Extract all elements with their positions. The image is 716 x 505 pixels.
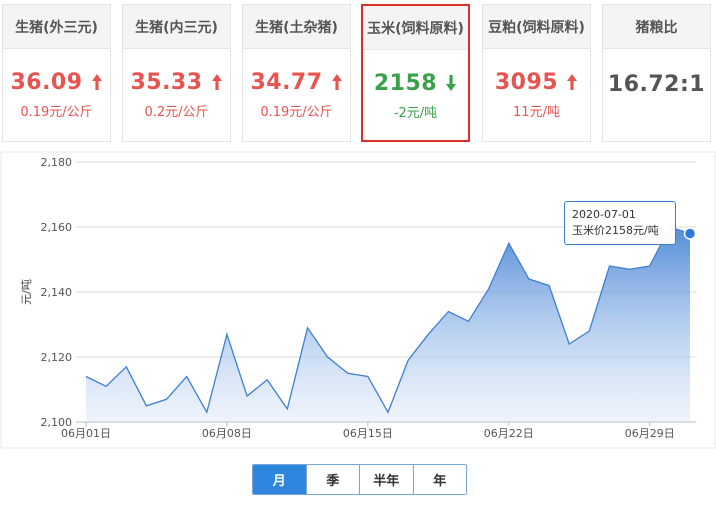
x-tick-label: 06月22日 <box>484 427 534 440</box>
card-price: 35.33 <box>130 69 203 95</box>
period-halfyear-button[interactable]: 半年 <box>360 465 414 494</box>
arrow-up-icon <box>331 74 342 90</box>
data-point[interactable] <box>648 264 652 268</box>
card-change: 0.2元/公斤 <box>144 105 209 120</box>
area-fill <box>86 227 690 422</box>
card-price: 3095 <box>494 69 559 95</box>
x-tick-label: 06月08日 <box>202 427 252 440</box>
card-title: 生猪(外三元) <box>3 5 110 49</box>
chart-tooltip: 2020-07-01 玉米价2158元/吨 <box>564 201 676 245</box>
data-point[interactable] <box>567 342 571 346</box>
y-tick-label: 2,180 <box>41 156 73 169</box>
data-point[interactable] <box>366 375 370 379</box>
price-chart[interactable]: 2,180 2,160 2,140 2,120 2,100 06月01日 06月08日 06月… <box>0 150 716 450</box>
arrow-up-icon <box>211 74 222 90</box>
card-change: 0.19元/公斤 <box>20 105 93 120</box>
data-point[interactable] <box>547 284 551 288</box>
data-point[interactable] <box>265 378 269 382</box>
card-price-row: 3095 <box>483 67 590 97</box>
card-corn[interactable]: 玉米(饲料原料) 2158 -2元/吨 <box>361 4 470 142</box>
data-point[interactable] <box>346 371 350 375</box>
data-point[interactable] <box>406 358 410 362</box>
card-price-row: 35.33 <box>123 67 230 97</box>
card-pig-local[interactable]: 生猪(土杂猪) 34.77 0.19元/公斤 <box>242 4 351 142</box>
data-point[interactable] <box>84 375 88 379</box>
data-point[interactable] <box>225 332 229 336</box>
data-point[interactable] <box>426 332 430 336</box>
y-tick-label: 2,140 <box>41 286 73 299</box>
data-point[interactable] <box>628 267 632 271</box>
y-axis-label: 元/吨 <box>20 279 33 305</box>
tooltip-date: 2020-07-01 <box>572 208 636 221</box>
card-price: 2158 <box>373 70 438 96</box>
card-price-row: 16.72:1 <box>603 69 710 99</box>
card-title: 豆粕(饲料原料) <box>483 5 590 49</box>
data-point[interactable] <box>144 404 148 408</box>
data-point[interactable] <box>527 277 531 281</box>
data-point[interactable] <box>326 355 330 359</box>
data-point[interactable] <box>446 310 450 314</box>
period-selector: 月 季 半年 年 <box>252 464 467 495</box>
highlighted-point[interactable] <box>683 227 697 240</box>
price-cards: 生猪(外三元) 36.09 0.19元/公斤 生猪(内三元) 35.33 0.2… <box>2 4 714 146</box>
card-title: 猪粮比 <box>603 5 710 49</box>
arrow-up-icon <box>91 74 102 90</box>
data-point[interactable] <box>487 287 491 291</box>
data-point[interactable] <box>124 365 128 369</box>
period-quarter-button[interactable]: 季 <box>306 465 360 494</box>
card-price-row: 36.09 <box>3 67 110 97</box>
card-change: 11元/吨 <box>513 105 560 120</box>
card-pig-outer[interactable]: 生猪(外三元) 36.09 0.19元/公斤 <box>2 4 111 142</box>
data-point[interactable] <box>607 264 611 268</box>
data-point[interactable] <box>185 375 189 379</box>
y-tick-label: 2,120 <box>41 351 73 364</box>
arrow-down-icon <box>446 75 457 91</box>
period-month-button[interactable]: 月 <box>253 465 307 494</box>
x-tick-label: 06月15日 <box>343 427 393 440</box>
card-change: 0.19元/公斤 <box>260 105 333 120</box>
tooltip-value: 玉米价2158元/吨 <box>572 224 659 237</box>
card-soymeal[interactable]: 豆粕(饲料原料) 3095 11元/吨 <box>482 4 591 142</box>
card-price-row: 34.77 <box>243 67 350 97</box>
card-change: -2元/吨 <box>393 106 438 121</box>
card-title: 生猪(土杂猪) <box>243 5 350 49</box>
card-pig-grain-ratio[interactable]: 猪粮比 16.72:1 <box>602 4 711 142</box>
data-point[interactable] <box>245 394 249 398</box>
x-tick-label: 06月29日 <box>625 427 675 440</box>
chart-svg[interactable]: 2,1802,1602,1402,1202,10006月01日 06月08日 06月… <box>0 150 716 450</box>
data-point[interactable] <box>305 326 309 330</box>
data-point[interactable] <box>467 319 471 323</box>
y-tick-label: 2,160 <box>41 221 73 234</box>
data-point[interactable] <box>285 407 289 411</box>
data-point[interactable] <box>587 329 591 333</box>
card-price: 36.09 <box>10 69 83 95</box>
card-price-row: 2158 <box>363 68 468 98</box>
card-title: 玉米(饲料原料) <box>363 6 468 50</box>
arrow-up-icon <box>567 74 578 90</box>
data-point[interactable] <box>104 384 108 388</box>
card-price: 16.72:1 <box>607 71 706 97</box>
data-point[interactable] <box>386 410 390 414</box>
card-pig-inner[interactable]: 生猪(内三元) 35.33 0.2元/公斤 <box>122 4 231 142</box>
x-tick-label: 06月01日 <box>61 427 111 440</box>
card-price: 34.77 <box>250 69 323 95</box>
card-title: 生猪(内三元) <box>123 5 230 49</box>
data-point[interactable] <box>165 397 169 401</box>
data-point[interactable] <box>507 241 511 245</box>
period-year-button[interactable]: 年 <box>413 465 466 494</box>
data-point[interactable] <box>205 410 209 414</box>
